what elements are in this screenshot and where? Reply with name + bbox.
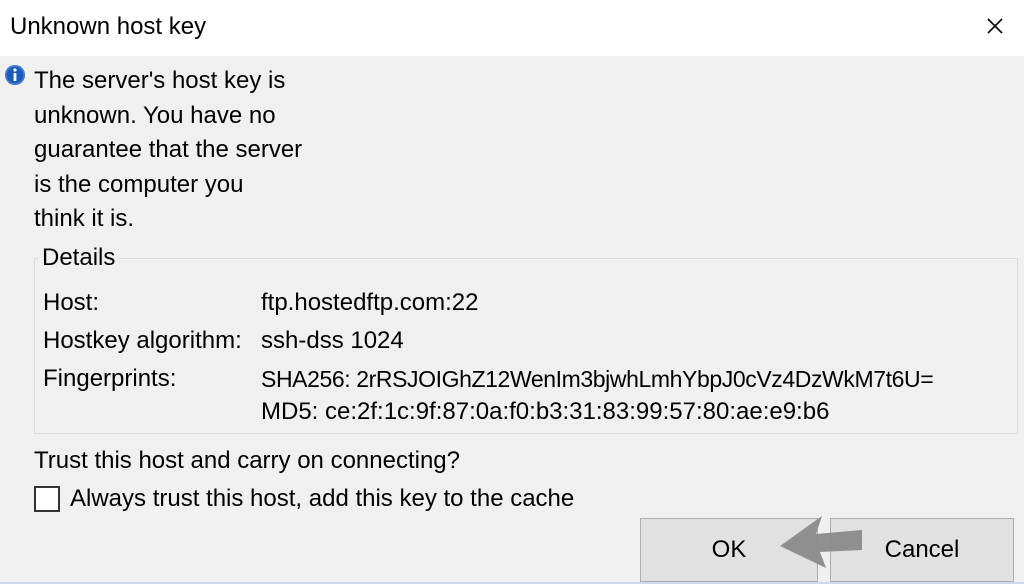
fingerprint-sha256: SHA256: 2rRSJOIGhZ12WenIm3bjwhLmhYbpJ0cV… <box>261 366 934 392</box>
always-trust-checkbox[interactable] <box>34 486 60 512</box>
window-title: Unknown host key <box>10 13 207 40</box>
hostkey-algorithm-value: ssh-dss 1024 <box>261 327 404 354</box>
details-legend: Details <box>38 243 120 273</box>
unknown-host-key-dialog: Unknown host key The server's host key i… <box>0 0 1024 584</box>
host-label: Host: <box>43 289 100 316</box>
close-icon <box>987 18 1003 34</box>
trust-question: Trust this host and carry on connecting? <box>34 447 460 474</box>
message-line: The server's host key is <box>34 67 286 94</box>
message-line: unknown. You have no <box>34 101 276 129</box>
message-line: think it is. <box>34 205 135 233</box>
warning-message: The server's host key is unknown. You ha… <box>34 64 334 237</box>
message-line: is the computer you <box>34 170 244 198</box>
always-trust-checkbox-label[interactable]: Always trust this host, add this key to … <box>70 484 574 514</box>
info-icon <box>5 65 25 85</box>
title-bar: Unknown host key <box>0 0 1024 56</box>
fingerprint-md5: MD5: ce:2f:1c:9f:87:0a:f0:b3:31:83:99:57… <box>261 398 830 425</box>
fingerprints-label: Fingerprints: <box>43 365 177 392</box>
message-line: guarantee that the server <box>34 136 303 164</box>
close-button[interactable] <box>966 0 1024 52</box>
always-trust-checkbox-row[interactable]: Always trust this host, add this key to … <box>34 484 574 514</box>
hostkey-algorithm-label: Hostkey algorithm: <box>43 327 242 354</box>
host-value: ftp.hostedftp.com:22 <box>261 289 479 316</box>
arrow-icon <box>780 516 862 568</box>
